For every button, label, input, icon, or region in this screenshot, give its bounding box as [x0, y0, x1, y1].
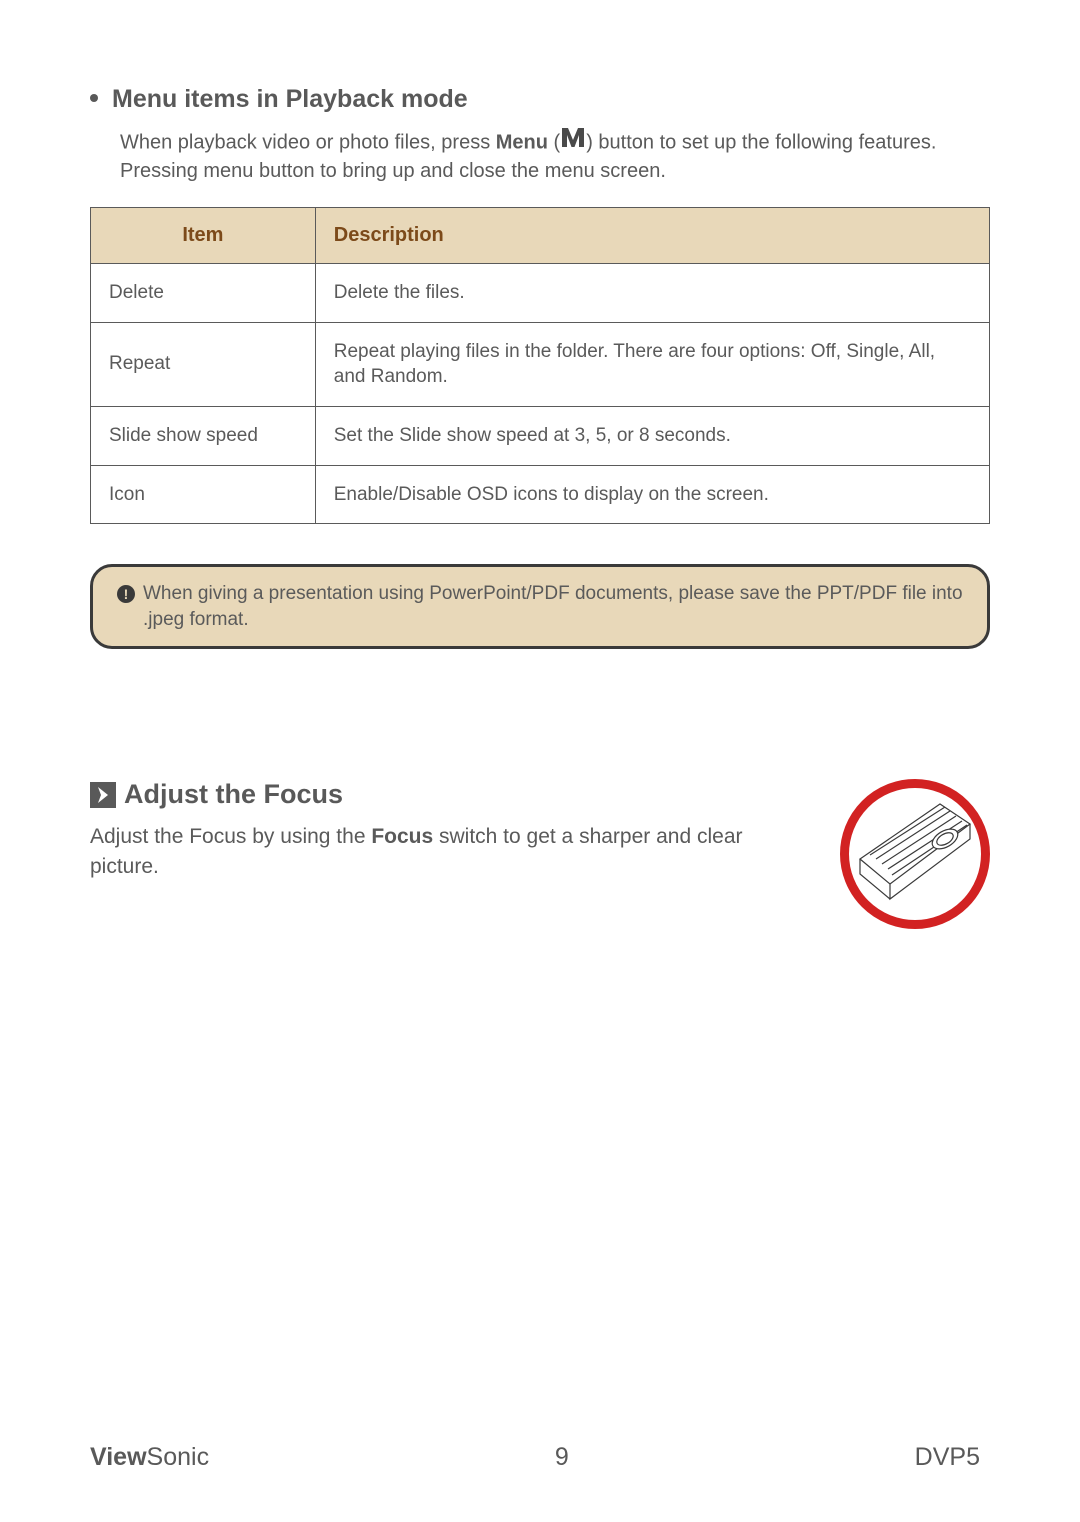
focus-para-prefix: Adjust the Focus by using the [90, 825, 371, 848]
table-cell-item: Icon [91, 465, 316, 524]
focus-heading-text: Adjust the Focus [124, 779, 343, 810]
table-cell-item: Delete [91, 264, 316, 323]
focus-illustration-ring [840, 779, 990, 929]
menu-items-section: Menu items in Playback mode When playbac… [90, 85, 990, 649]
page-footer: ViewSonic 9 DVP5 [90, 1443, 980, 1472]
table-cell-desc: Repeat playing files in the folder. Ther… [315, 322, 989, 406]
table-header-row: Item Description [91, 208, 990, 264]
focus-para-bold: Focus [371, 825, 433, 848]
intro-prefix: When playback video or photo files, pres… [120, 131, 496, 153]
note-box: ! When giving a presentation using Power… [90, 564, 990, 649]
section-heading-adjust-focus: Adjust the Focus [90, 779, 810, 810]
table-header-item: Item [91, 208, 316, 264]
projector-focus-drawing-icon [850, 789, 980, 919]
page-number: 9 [555, 1443, 569, 1472]
table-cell-item: Repeat [91, 322, 316, 406]
intro-bold: Menu [496, 131, 548, 153]
table-cell-desc: Delete the files. [315, 264, 989, 323]
table-row: Repeat Repeat playing files in the folde… [91, 322, 990, 406]
table-header-description: Description [315, 208, 989, 264]
menu-items-table: Item Description Delete Delete the files… [90, 207, 990, 524]
brand-logo: ViewSonic [90, 1443, 209, 1472]
table-row: Slide show speed Set the Slide show spee… [91, 406, 990, 465]
table-cell-desc: Enable/Disable OSD icons to display on t… [315, 465, 989, 524]
table-cell-desc: Set the Slide show speed at 3, 5, or 8 s… [315, 406, 989, 465]
focus-paragraph: Adjust the Focus by using the Focus swit… [90, 822, 810, 881]
section-heading-text: Menu items in Playback mode [112, 85, 468, 113]
table-cell-item: Slide show speed [91, 406, 316, 465]
brand-rest: Sonic [147, 1443, 210, 1471]
model-label: DVP5 [915, 1443, 980, 1472]
table-row: Icon Enable/Disable OSD icons to display… [91, 465, 990, 524]
menu-m-icon [560, 126, 586, 156]
note-text: When giving a presentation using PowerPo… [143, 581, 963, 632]
info-icon: ! [117, 585, 135, 603]
brand-bold: View [90, 1443, 147, 1471]
section-heading-menu-items: Menu items in Playback mode [90, 85, 990, 114]
bullet-icon [90, 94, 98, 102]
adjust-focus-section: Adjust the Focus Adjust the Focus by usi… [90, 779, 990, 929]
focus-text-column: Adjust the Focus Adjust the Focus by usi… [90, 779, 810, 881]
chevron-right-icon [90, 782, 116, 808]
intro-paragraph: When playback video or photo files, pres… [120, 128, 990, 185]
table-row: Delete Delete the files. [91, 264, 990, 323]
focus-illustration [840, 779, 990, 929]
